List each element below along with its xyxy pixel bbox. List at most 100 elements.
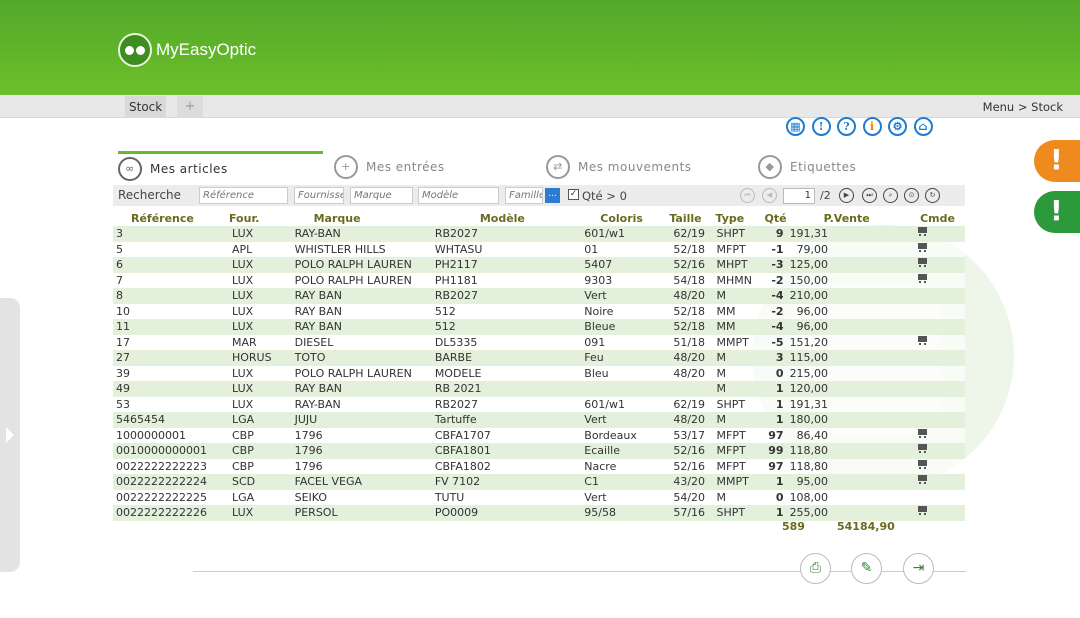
table-row[interactable]: 0022222222226 LUX PERSOL PO0009 95/58 57/16 SH… xyxy=(113,505,965,521)
refresh-icon[interactable]: ↻ xyxy=(925,188,940,203)
glasses-icon: ∞ xyxy=(118,156,142,181)
table-row[interactable]: 17 MAR DIESEL DL5335 091 51/18 MMPT -5 151,20 xyxy=(113,334,965,350)
table-row[interactable]: 7 LUX POLO RALPH LAUREN PH1181 9303 54/18 MHMN… xyxy=(113,272,965,288)
cell-fournisseur: CBP xyxy=(231,444,254,458)
inventory-button[interactable]: ✎ xyxy=(851,553,882,584)
next-page-icon[interactable]: ▶ xyxy=(839,188,854,203)
table-row[interactable]: 1000000001 CBP 1796 CBFA1707 Bordeaux 53/17 MF… xyxy=(113,427,965,444)
toolbar-icons: ▦ ! ? i ⚙ ⌂ xyxy=(786,117,939,136)
cell-prix: 180,00 xyxy=(789,413,829,427)
tab-mes-articles[interactable]: ∞ Mes articles xyxy=(118,151,323,183)
tab-stock[interactable]: Stock xyxy=(125,96,167,118)
info-icon[interactable]: ! xyxy=(811,117,831,136)
page-number-input[interactable]: 1 xyxy=(783,188,815,204)
table-row[interactable]: 39 LUX POLO RALPH LAUREN MODELE Bleu 48/20 M 0 2… xyxy=(113,365,965,381)
col-fournisseur[interactable]: Four. xyxy=(210,210,275,226)
info-orange-icon[interactable]: i xyxy=(862,117,882,136)
cell-qte: 1 xyxy=(775,506,784,520)
table-row[interactable]: 3 LUX RAY-BAN RB2027 601/w1 62/19 SHPT 9 191,31 xyxy=(113,226,965,242)
col-prix-vente[interactable]: P.Vente xyxy=(787,210,898,226)
cell-qte: 0 xyxy=(775,490,784,504)
col-qte[interactable]: Qté xyxy=(758,210,786,226)
table-row[interactable]: 8 LUX RAY BAN RB2027 Vert 48/20 M -4 210,00 xyxy=(113,288,965,304)
table-row[interactable]: 0010000000001 CBP 1796 CBFA1801 Ecaille 52/16… xyxy=(113,443,965,459)
cart-icon[interactable] xyxy=(917,459,929,470)
famille-picker-button[interactable]: ... xyxy=(545,188,560,203)
reference-input[interactable] xyxy=(199,187,288,204)
table-row[interactable]: 11 LUX RAY BAN 512 Bleue 52/18 MM -4 96,00 xyxy=(113,319,965,335)
last-page-icon[interactable]: ⏭ xyxy=(862,188,877,203)
col-reference[interactable]: Référence xyxy=(113,210,210,226)
cell-commande xyxy=(897,443,965,459)
print-button[interactable]: ⎙ xyxy=(800,553,831,584)
cell-marque: POLO RALPH LAUREN xyxy=(294,273,412,287)
table-row[interactable]: 53 LUX RAY-BAN RB2027 601/w1 62/19 SHPT 1 191,31 xyxy=(113,396,965,412)
col-taille[interactable]: Taille xyxy=(665,210,710,226)
cart-icon[interactable] xyxy=(917,227,929,237)
exit-button[interactable]: ⇥ xyxy=(903,553,934,584)
cart-icon[interactable] xyxy=(917,475,929,485)
cell-marque: PERSOL xyxy=(294,506,338,520)
help-icon[interactable]: ? xyxy=(837,117,856,136)
modele-input[interactable] xyxy=(418,187,499,204)
cell-marque: TOTO xyxy=(294,351,326,365)
cell-type: M xyxy=(716,289,727,303)
prev-page-icon[interactable]: ◀ xyxy=(762,188,777,203)
alert-green-button[interactable]: ! xyxy=(1034,191,1080,233)
tab-bar: Stock + Menu > Stock xyxy=(0,95,1080,118)
cell-coloris: Bleu xyxy=(584,366,609,380)
col-commande[interactable]: Cmde xyxy=(897,210,965,226)
cell-marque: RAY BAN xyxy=(294,320,342,334)
cart-icon[interactable] xyxy=(917,506,929,516)
cart-icon[interactable] xyxy=(917,335,929,346)
first-page-icon[interactable]: ⏮ xyxy=(740,188,755,203)
famille-input[interactable] xyxy=(505,187,543,204)
table-row[interactable]: 0022222222223 CBP 1796 CBFA1802 Nacre 52/16 MF… xyxy=(113,458,965,474)
marque-input[interactable] xyxy=(350,187,413,204)
cell-taille: 48/20 xyxy=(673,351,706,365)
cell-marque: JUJU xyxy=(294,413,318,427)
table-row[interactable]: 10 LUX RAY BAN 512 Noire 52/18 MM -2 96,00 xyxy=(113,303,965,319)
settings-icon[interactable]: ⚙ xyxy=(888,117,907,136)
tab-etiquettes[interactable]: ◆ Etiquettes xyxy=(758,151,856,183)
table-row[interactable]: 5 APL WHISTLER HILLS WHTASU 01 52/18 MFPT -1 79,… xyxy=(113,241,965,257)
side-panel-toggle[interactable] xyxy=(0,298,20,572)
cart-icon[interactable] xyxy=(917,428,929,439)
cell-marque: POLO RALPH LAUREN xyxy=(294,366,412,380)
alert-orange-button[interactable]: ! xyxy=(1034,140,1080,182)
cell-modele: CBFA1801 xyxy=(434,444,491,458)
tab-mes-mouvements[interactable]: ⇄ Mes mouvements xyxy=(546,151,692,183)
app-logo[interactable]: MyEasyOptic xyxy=(118,33,256,67)
table-row[interactable]: 5465454 LGA JUJU Tartuffe Vert 48/20 M 1 180,00 xyxy=(113,412,965,428)
stock-table: Référence Four. Marque Modèle Coloris Ta… xyxy=(113,210,965,521)
cart-icon[interactable] xyxy=(917,242,929,253)
reset-search-icon[interactable]: ⊙ xyxy=(904,188,919,203)
cell-type: MFPT xyxy=(716,428,746,442)
add-tab-button[interactable]: + xyxy=(177,96,203,118)
cell-prix: 255,00 xyxy=(789,506,829,520)
col-coloris[interactable]: Coloris xyxy=(581,210,665,226)
cart-icon[interactable] xyxy=(917,258,929,268)
cell-fournisseur: HORUS xyxy=(231,351,272,365)
col-modele[interactable]: Modèle xyxy=(415,210,581,226)
tab-mes-entrees[interactable]: + Mes entrées xyxy=(334,151,445,183)
cell-commande xyxy=(897,428,965,444)
table-row[interactable]: 0022222222225 LGA SEIKO TUTU Vert 54/20 M 0 108,… xyxy=(113,489,965,505)
table-row[interactable]: 0022222222224 SCD FACEL VEGA FV 7102 C1 43/20… xyxy=(113,474,965,490)
cell-reference: 0022222222223 xyxy=(116,459,207,473)
table-row[interactable]: 49 LUX RAY BAN RB 2021 M 1 120,00 xyxy=(113,381,965,397)
qte-filter-checkbox[interactable]: ✓ xyxy=(568,189,579,200)
table-row[interactable]: 27 HORUS TOTO BARBE Feu 48/20 M 3 115,00 xyxy=(113,350,965,366)
cart-icon[interactable] xyxy=(917,444,929,454)
col-type[interactable]: Type xyxy=(711,210,759,226)
fournisseur-input[interactable] xyxy=(294,187,344,204)
table-row[interactable]: 6 LUX POLO RALPH LAUREN PH2117 5407 52/16 MHPT… xyxy=(113,257,965,273)
cell-prix: 118,80 xyxy=(789,459,829,473)
cart-icon[interactable] xyxy=(917,273,929,284)
search-icon[interactable]: ⌕ xyxy=(883,188,898,203)
calendar-icon[interactable]: ▦ xyxy=(786,117,805,136)
cell-taille: 43/20 xyxy=(673,475,706,489)
col-marque[interactable]: Marque xyxy=(275,210,415,226)
exit-icon: ⇥ xyxy=(912,560,925,576)
home-icon[interactable]: ⌂ xyxy=(913,117,933,136)
